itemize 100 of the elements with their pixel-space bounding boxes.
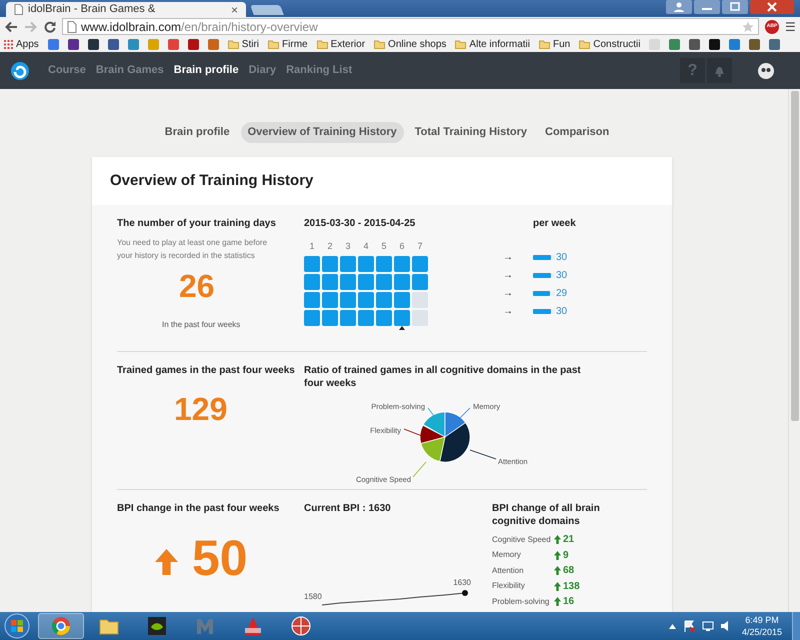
- arrow-text: →: [503, 304, 514, 318]
- folder-icon[interactable]: [579, 40, 590, 48]
- back-icon[interactable]: [4, 20, 18, 32]
- logo-icon[interactable]: [10, 60, 30, 80]
- triangle-app-icon: [242, 615, 264, 637]
- folder-icon[interactable]: [228, 40, 239, 48]
- user-icon[interactable]: [666, 0, 692, 14]
- minimize-button[interactable]: [694, 0, 720, 14]
- day-number: 6: [398, 240, 406, 253]
- browser-icon: [50, 615, 72, 637]
- week-count: 30: [556, 268, 568, 282]
- domain-name: Cognitive Speed: [492, 534, 552, 546]
- folder-icon[interactable]: [374, 40, 386, 48]
- leader-line: [460, 408, 470, 418]
- axis-label: 1580: [304, 591, 322, 603]
- bookmark-icon[interactable]: [68, 38, 79, 50]
- scrollbar-thumb[interactable]: [790, 91, 798, 421]
- domain-change-value: 21: [563, 533, 574, 548]
- section-title: The number of your training days: [117, 217, 277, 230]
- nav-link[interactable]: Brain profile: [174, 62, 239, 79]
- clock-date: 4/25/2015: [742, 626, 782, 638]
- bookmark-link[interactable]: Stiri: [242, 36, 260, 52]
- globe-icon: [290, 615, 312, 637]
- section-tab[interactable]: Brain profile: [158, 122, 237, 143]
- bookmark-icon[interactable]: [88, 38, 99, 50]
- folder-icon[interactable]: [455, 40, 466, 48]
- trained-games-count: 129: [173, 393, 228, 425]
- close-tab-button[interactable]: ×: [230, 4, 238, 16]
- domain-change-value: 68: [563, 564, 574, 578]
- bookmark-icon[interactable]: [709, 38, 720, 50]
- week-count: 29: [556, 286, 568, 300]
- bookmark-link[interactable]: Alte informatii: [469, 36, 530, 52]
- day-number: 7: [416, 240, 424, 253]
- start-button[interactable]: [4, 613, 30, 639]
- section-tab[interactable]: Overview of Training History: [240, 122, 404, 143]
- domain-change-value: 138: [563, 580, 580, 594]
- note-text: You need to play at least one game before your history is recorded in the statistics: [117, 237, 268, 262]
- section-tab[interactable]: Total Training History: [408, 122, 534, 143]
- caption-text: In the past four weeks: [161, 319, 242, 331]
- bookmark-link[interactable]: Firme: [282, 36, 308, 52]
- section-title: Trained games in the past four weeks: [117, 364, 296, 377]
- maximize-button[interactable]: [722, 0, 748, 14]
- reload-icon[interactable]: [44, 20, 56, 32]
- clock-time: 6:49 PM: [745, 614, 779, 626]
- browser-tab[interactable]: idolBrain - Brain Games & ×: [6, 2, 246, 17]
- day-number: 5: [380, 240, 388, 253]
- bookmark-link[interactable]: Exterior: [330, 36, 366, 52]
- address-bar[interactable]: www.idolbrain.com/en/brain/history-overview: [62, 18, 759, 35]
- bookmark-link[interactable]: Apps: [16, 36, 39, 52]
- page-icon: [14, 4, 23, 15]
- domain-name: Attention: [492, 564, 525, 577]
- bookmark-link[interactable]: Fun: [553, 36, 570, 52]
- domain-change-value: 9: [563, 548, 569, 563]
- avatar-icon[interactable]: [756, 60, 776, 80]
- caret-icon[interactable]: [668, 624, 676, 628]
- week-count: 30: [556, 304, 568, 318]
- bell-icon[interactable]: [707, 58, 732, 83]
- domain-name: Problem-solving: [492, 596, 550, 608]
- leader-line: [404, 428, 422, 436]
- up-arrow-icon: [155, 549, 178, 575]
- folder-icon[interactable]: [539, 40, 550, 48]
- arrow-text: →: [503, 250, 514, 264]
- bookmark-icon[interactable]: [188, 38, 199, 50]
- close-button[interactable]: [750, 0, 794, 14]
- training-days-count: 26: [178, 270, 216, 302]
- day-number: 2: [326, 240, 334, 253]
- section-title: Ratio of trained games in all cognitive domains in the past four weeks: [304, 364, 582, 390]
- new-tab-button[interactable]: [250, 5, 284, 15]
- tab-title: idolBrain - Brain Games &: [28, 2, 156, 18]
- network-icon[interactable]: [702, 620, 714, 632]
- folder-icon[interactable]: [316, 40, 328, 48]
- domain-change-value: 16: [563, 595, 574, 610]
- folder-icon[interactable]: [268, 40, 280, 48]
- bookmark-link[interactable]: Constructii: [593, 36, 640, 52]
- card-title: Overview of Training History: [110, 170, 314, 191]
- section-title: Current BPI : 1630: [304, 502, 392, 515]
- arrow-text: →: [503, 268, 514, 282]
- apps-icon[interactable]: [4, 40, 13, 48]
- bookmark-icon[interactable]: [689, 38, 700, 50]
- url-text: www.idolbrain.com/en/brain/history-overview: [81, 18, 319, 36]
- day-number: 3: [344, 240, 352, 253]
- flag-icon[interactable]: [684, 620, 696, 632]
- bpi-change-value: 50: [192, 533, 248, 583]
- taskbar-button[interactable]: [38, 613, 84, 639]
- bookmark-link[interactable]: Online shops: [388, 36, 446, 52]
- section-title: per week: [533, 217, 576, 230]
- domain-name: Flexibility: [492, 580, 526, 592]
- section-tab[interactable]: Comparison: [538, 122, 616, 143]
- menu-button[interactable]: ☰: [785, 20, 796, 32]
- day-number: 1: [308, 240, 316, 253]
- section-title: BPI change of all brain cognitive domains: [492, 502, 601, 528]
- bookmark-icon[interactable]: [749, 38, 760, 50]
- eye-icon: [146, 615, 168, 637]
- section-title: 2015-03-30 - 2015-04-25: [304, 217, 416, 230]
- page-icon: [67, 20, 77, 32]
- star-icon[interactable]: [742, 20, 754, 32]
- bookmark-icon[interactable]: [108, 38, 119, 50]
- leader-line: [470, 450, 496, 460]
- domain-name: Memory: [492, 549, 522, 562]
- axis-label: 1630: [453, 577, 471, 589]
